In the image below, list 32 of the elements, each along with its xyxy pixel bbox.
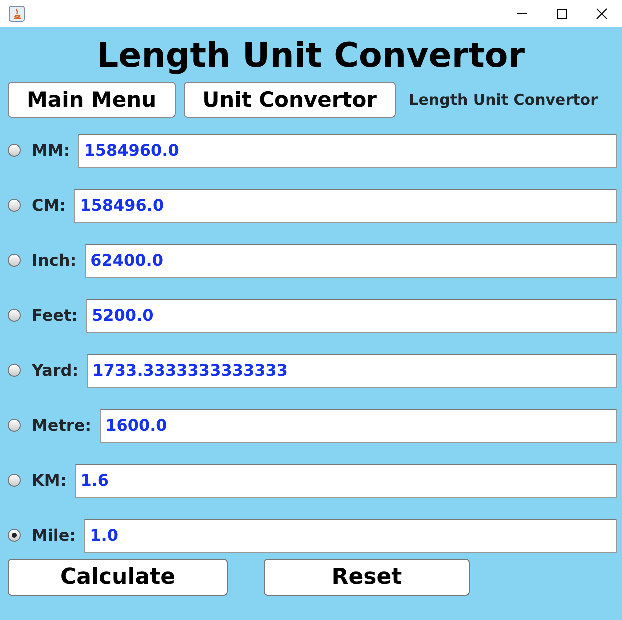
unit-label: MM: — [32, 140, 70, 162]
value-field[interactable]: 1.0 — [84, 518, 617, 552]
radio-button[interactable] — [8, 364, 21, 377]
radio-button[interactable] — [8, 309, 21, 322]
radio-button[interactable] — [8, 254, 21, 267]
radio-button[interactable] — [8, 144, 21, 157]
heading: Length Unit Convertor — [96, 35, 526, 77]
unit-label: Inch: — [32, 250, 77, 272]
app-icon — [9, 6, 25, 22]
value-field[interactable]: 158496.0 — [74, 188, 617, 222]
unit-label: Feet: — [32, 304, 78, 326]
unit-label: KM: — [32, 470, 67, 492]
radio-button[interactable] — [8, 474, 21, 487]
value-field[interactable]: 5200.0 — [86, 298, 617, 332]
action-button[interactable]: Reset — [264, 559, 470, 596]
nav-button[interactable]: Main Menu — [8, 82, 176, 118]
subtitle: Length Unit Convertor — [409, 90, 598, 111]
action-button[interactable]: Calculate — [8, 559, 228, 596]
value-field[interactable]: 62400.0 — [84, 244, 617, 278]
value-field[interactable]: 1.6 — [74, 464, 617, 498]
unit-label: CM: — [32, 194, 66, 216]
radio-button[interactable] — [8, 199, 21, 212]
nav-button[interactable]: Unit Convertor — [184, 82, 396, 118]
unit-label: Yard: — [32, 360, 79, 382]
value-field[interactable]: 1733.3333333333333 — [86, 354, 617, 388]
close-icon[interactable] — [594, 6, 610, 22]
value-field[interactable]: 1600.0 — [100, 408, 617, 442]
unit-label: Mile: — [32, 524, 76, 546]
value-field[interactable]: 1584960.0 — [78, 134, 617, 168]
unit-label: Metre: — [32, 414, 92, 436]
radio-button[interactable] — [8, 529, 21, 542]
radio-button[interactable] — [8, 419, 21, 432]
